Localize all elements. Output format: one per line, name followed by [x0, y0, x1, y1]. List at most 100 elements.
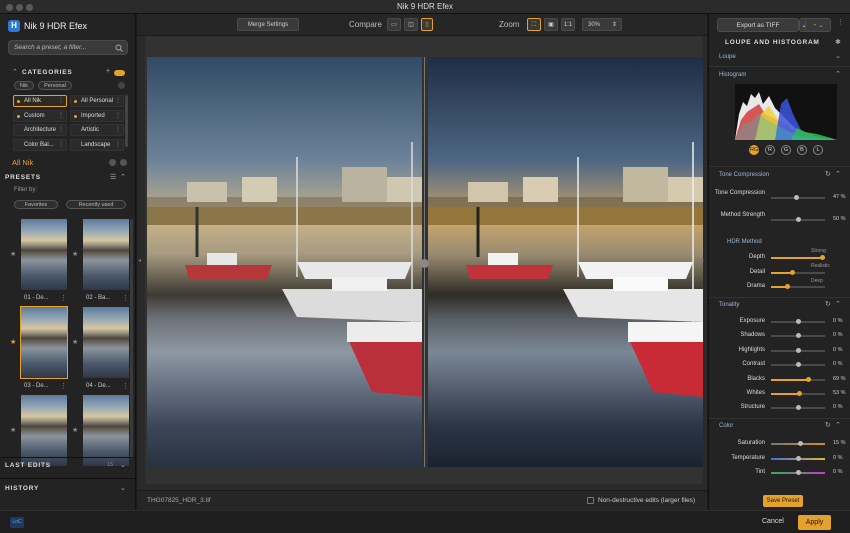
preset-menu-icon[interactable]: ⋮ — [122, 294, 129, 302]
slider-knob[interactable] — [795, 217, 801, 222]
slider-knob[interactable] — [795, 347, 801, 353]
collapse-color-icon[interactable]: ⌃ — [835, 421, 841, 429]
zoom-fill-icon[interactable]: ▣ — [544, 18, 558, 31]
loupe-label[interactable]: Loupe — [719, 54, 736, 60]
collapse-tonality-icon[interactable]: ⌃ — [835, 300, 841, 308]
preset-thumbnail[interactable] — [20, 218, 68, 291]
slider-track[interactable] — [771, 270, 825, 275]
slider-track[interactable] — [771, 284, 825, 289]
compare-split-icon[interactable]: ◫ — [404, 18, 418, 31]
favorite-star-icon[interactable]: ★ — [10, 338, 16, 346]
slider-track[interactable] — [771, 405, 825, 411]
pin-icon[interactable]: ✱ — [835, 38, 841, 46]
collapse-histogram-icon[interactable]: ⌃ — [835, 70, 841, 78]
channel-l-button[interactable]: L — [813, 145, 823, 155]
collapse-right-panel-icon[interactable]: ▸ — [701, 257, 704, 264]
slider-knob[interactable] — [805, 376, 811, 382]
collapse-left-panel-icon[interactable]: ◂ — [138, 257, 141, 264]
slider-track[interactable] — [771, 195, 825, 200]
collapse-categories-icon[interactable]: ⌃ — [12, 68, 18, 76]
presets-view-icon[interactable]: ☰ — [110, 173, 116, 181]
filter-recent-pill[interactable]: Recently used — [66, 200, 126, 209]
color-title[interactable]: Color — [719, 423, 733, 429]
category-menu-icon[interactable]: ⋮ — [115, 96, 121, 107]
slider-knob[interactable] — [797, 391, 803, 396]
collapse-presets-icon[interactable]: ⌃ — [120, 173, 126, 181]
expand-history-icon[interactable]: ⌄ — [120, 484, 126, 492]
category-menu-icon[interactable]: ⋮ — [58, 125, 64, 136]
category-item-all-nik[interactable]: All Nik ⋮ — [13, 95, 67, 107]
next-category-icon[interactable] — [120, 159, 127, 166]
preset-thumbnail[interactable] — [82, 218, 130, 291]
favorite-star-icon[interactable]: ★ — [72, 250, 78, 258]
category-menu-icon[interactable]: ⋮ — [58, 96, 64, 107]
filter-favorites-pill[interactable]: Favorites — [14, 200, 58, 209]
source-pill-personal[interactable]: Personal — [38, 81, 72, 90]
slider-knob[interactable] — [798, 441, 804, 446]
favorite-star-icon[interactable]: ★ — [72, 426, 78, 434]
channel-g-button[interactable]: G — [781, 145, 791, 155]
histogram-label[interactable]: Histogram — [719, 72, 746, 78]
category-item-imported[interactable]: Imported ⋮ — [70, 109, 124, 122]
tonality-title[interactable]: Tonality — [719, 302, 739, 308]
slider-track[interactable] — [771, 391, 825, 396]
category-menu-icon[interactable]: ⋮ — [58, 140, 64, 151]
category-item-all-personal[interactable]: All Personal ⋮ — [70, 95, 124, 107]
add-category-icon[interactable]: + — [106, 68, 110, 75]
slider-track[interactable] — [771, 255, 825, 260]
search-icon[interactable] — [115, 44, 123, 52]
slider-knob[interactable] — [795, 455, 801, 461]
history-title[interactable]: HISTORY — [5, 485, 39, 492]
compare-single-icon[interactable]: ▭ — [387, 18, 401, 31]
channel-b-button[interactable]: B — [797, 145, 807, 155]
loc-badge[interactable]: LoC — [10, 517, 24, 528]
preset-menu-icon[interactable]: ⋮ — [60, 294, 67, 302]
slider-track[interactable] — [771, 319, 825, 324]
preset-thumbnail[interactable] — [82, 306, 130, 379]
reset-color-icon[interactable]: ↻ — [825, 421, 831, 429]
slider-track[interactable] — [771, 441, 825, 446]
apply-button[interactable]: Apply — [798, 515, 831, 530]
slider-knob[interactable] — [790, 270, 796, 275]
category-menu-icon[interactable]: ⋮ — [58, 111, 64, 122]
category-menu-icon[interactable]: ⋮ — [115, 111, 121, 122]
zoom-value-select[interactable]: 30% ⇕ — [582, 18, 622, 31]
zoom-fit-icon[interactable]: ⛶ — [527, 18, 541, 31]
save-preset-button[interactable]: Save Preset — [763, 495, 803, 507]
favorite-star-icon[interactable]: ★ — [72, 338, 78, 346]
collapse-tone-compression-icon[interactable]: ⌃ — [835, 170, 841, 178]
panel-grip-icon[interactable]: ⋮ — [837, 18, 844, 26]
slider-track[interactable] — [771, 455, 825, 461]
image-canvas[interactable] — [145, 36, 703, 484]
last-edits-title[interactable]: LAST EDITS — [5, 462, 51, 469]
slider-knob[interactable] — [784, 284, 790, 289]
split-handle-icon[interactable] — [420, 259, 429, 268]
categories-scrollbar[interactable] — [125, 95, 128, 147]
expand-last-edits-icon[interactable]: ⌄ — [120, 461, 126, 469]
reset-tonality-icon[interactable]: ↻ — [825, 300, 831, 308]
merge-settings-button[interactable]: Merge Settings — [237, 18, 299, 31]
cancel-button[interactable]: Cancel — [762, 518, 784, 525]
preset-menu-icon[interactable]: ⋮ — [60, 382, 67, 390]
favorite-star-icon[interactable]: ★ — [10, 426, 16, 434]
category-menu-icon[interactable]: ⋮ — [115, 140, 121, 151]
category-item-custom[interactable]: Custom ⋮ — [13, 109, 67, 122]
slider-track[interactable] — [771, 376, 825, 382]
category-menu-icon[interactable]: ⋮ — [115, 125, 121, 136]
slider-track[interactable] — [771, 347, 825, 353]
zoom-one-to-one-button[interactable]: 1:1 — [561, 18, 575, 31]
tone-compression-title[interactable]: Tone Compression — [719, 172, 769, 178]
slider-knob[interactable] — [793, 195, 799, 200]
category-item-color-bal-[interactable]: Color Bal... ⋮ — [13, 138, 67, 151]
presets-scrollbar[interactable] — [130, 219, 133, 459]
favorite-star-icon[interactable]: ★ — [10, 250, 16, 258]
slider-knob[interactable] — [795, 405, 801, 411]
slider-knob[interactable] — [795, 333, 801, 339]
prev-category-icon[interactable] — [109, 159, 116, 166]
nik-collection-menu-icon[interactable]: ◔ ⌄ — [805, 18, 831, 32]
preset-thumbnail[interactable] — [20, 306, 68, 379]
export-button[interactable]: Export as TIFF — [717, 18, 799, 32]
compare-side-by-side-icon[interactable]: ▯ — [421, 18, 433, 31]
channel-r-button[interactable]: R — [765, 145, 775, 155]
preset-menu-icon[interactable]: ⋮ — [122, 382, 129, 390]
